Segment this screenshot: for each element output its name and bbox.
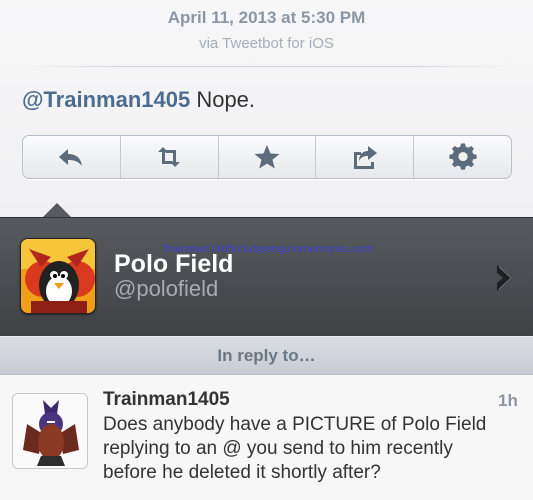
penguin-avatar-image	[21, 239, 95, 313]
avatar[interactable]	[20, 238, 96, 314]
divider	[22, 66, 511, 67]
tweet-source: via Tweetbot for iOS	[199, 35, 334, 52]
profile-handle: @polofield	[114, 276, 219, 301]
share-button[interactable]	[316, 136, 415, 178]
reply-text: Does anybody have a PICTURE of Polo Fiel…	[103, 414, 487, 483]
reply-username[interactable]: Trainman1405	[103, 389, 230, 411]
tweet-text: @Trainman1405 Nope.	[22, 87, 255, 113]
favorite-button[interactable]	[219, 136, 317, 178]
star-icon	[254, 145, 280, 169]
reply-button[interactable]	[23, 136, 121, 178]
drawing-avatar-image	[13, 394, 87, 468]
share-icon	[353, 146, 377, 169]
reply-icon	[59, 149, 83, 166]
in-reply-to-header: In reply to…	[0, 336, 533, 375]
tweet-action-bar	[22, 135, 512, 179]
watermark-text: Trainman1405/clubpenguinmemories.com	[163, 244, 375, 255]
tweet-timestamp: April 11, 2013 at 5:30 PM	[167, 8, 366, 27]
panel-pointer	[42, 203, 72, 218]
retweet-icon	[158, 147, 181, 167]
settings-button[interactable]	[414, 136, 511, 178]
tweet-mention-link[interactable]: @Trainman1405	[22, 87, 190, 112]
reply-timestamp: 1h	[498, 391, 518, 410]
tweet-body: Nope.	[190, 87, 256, 112]
chevron-right-icon[interactable]	[493, 262, 517, 294]
retweet-button[interactable]	[121, 136, 219, 178]
gear-icon	[448, 143, 477, 170]
reply-avatar[interactable]	[12, 393, 88, 469]
